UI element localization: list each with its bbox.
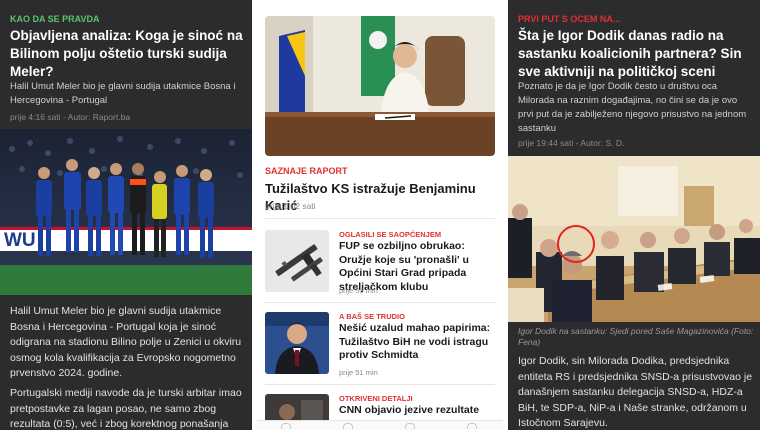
search-icon[interactable]	[343, 423, 353, 429]
panel-separator	[503, 0, 508, 430]
news-item-headline[interactable]: Nešić uzalud mahao papirima: Tužilaštvo …	[339, 322, 499, 363]
home-icon[interactable]	[281, 423, 291, 429]
stadium-banner-text: WU	[4, 230, 36, 251]
news-item-kicker[interactable]: OTKRIVENI DETALJI	[339, 394, 413, 403]
article-body-paragraph: Igor Dodik, sin Milorada Dodika, predsje…	[518, 355, 753, 429]
news-thumb-cnn[interactable]	[265, 394, 329, 420]
article-headline: Šta je Igor Dodik danas radio na sastank…	[518, 28, 742, 79]
article-panel-meler: KAO DA SE PRAVDA Objavljena analiza: Kog…	[0, 0, 252, 430]
news-item-time: prije 51 min	[339, 368, 378, 377]
article-lead: Poznato je da je Igor Dodik često u druš…	[518, 81, 747, 134]
article-body-paragraph-1: Halil Umut Meler bio je glavni sudija ut…	[10, 305, 242, 379]
article-photo-football-team[interactable]: WU	[0, 129, 252, 295]
article-author: Autor: S. D.	[580, 138, 625, 148]
menu-icon[interactable]	[467, 423, 477, 429]
article-kicker[interactable]: PRVI PUT S OCEM NA...	[518, 14, 620, 24]
lead-story-photo[interactable]	[265, 16, 495, 156]
article-body-paragraph-2: Portugalski mediji navode da je turski a…	[10, 387, 242, 430]
article-meta: prije 4:16 sati - Autor: Raport.ba	[10, 112, 130, 122]
news-thumb-weapon[interactable]	[265, 230, 329, 292]
article-meta: prije 19:44 sati - Autor: S. D.	[518, 138, 624, 148]
divider	[265, 302, 495, 303]
divider	[265, 218, 495, 219]
article-lead: Halil Umut Meler bio je glavni sudija ut…	[10, 81, 236, 106]
article-author: Autor: Raport.ba	[67, 112, 131, 122]
news-item-time: prije 55 min	[339, 286, 378, 295]
article-time: prije 4:16 sati	[10, 112, 61, 122]
article-kicker[interactable]: KAO DA SE PRAVDA	[10, 14, 100, 24]
news-list-panel: SAZNAJE RAPORT Tužilaštvo KS istražuje B…	[257, 0, 503, 430]
article-headline: Objavljena analiza: Koga je sinoć na Bil…	[10, 28, 243, 79]
panel-separator	[252, 0, 257, 430]
news-thumb-nesic[interactable]	[265, 312, 329, 374]
lead-story-kicker[interactable]: SAZNAJE RAPORT	[265, 166, 348, 176]
news-item-kicker[interactable]: A BAŠ SE TRUDIO	[339, 312, 405, 321]
divider	[265, 384, 495, 385]
lead-story-time: prije 1:02 sati	[265, 201, 316, 211]
article-time: prije 19:44 sati	[518, 138, 574, 148]
news-item-kicker[interactable]: OGLASILI SE SAOPĆENJEM	[339, 230, 441, 239]
article-panel-dodik: PRVI PUT S OCEM NA... Šta je Igor Dodik …	[508, 0, 760, 430]
article-photo-meeting[interactable]	[508, 156, 760, 322]
news-item-headline[interactable]: CNN objavio jezive rezultate	[339, 404, 499, 418]
photo-caption: Igor Dodik na sastanku: Sjedi pored Saše…	[518, 326, 754, 347]
bottom-navigation-bar	[257, 420, 503, 430]
bookmark-icon[interactable]	[405, 423, 415, 429]
